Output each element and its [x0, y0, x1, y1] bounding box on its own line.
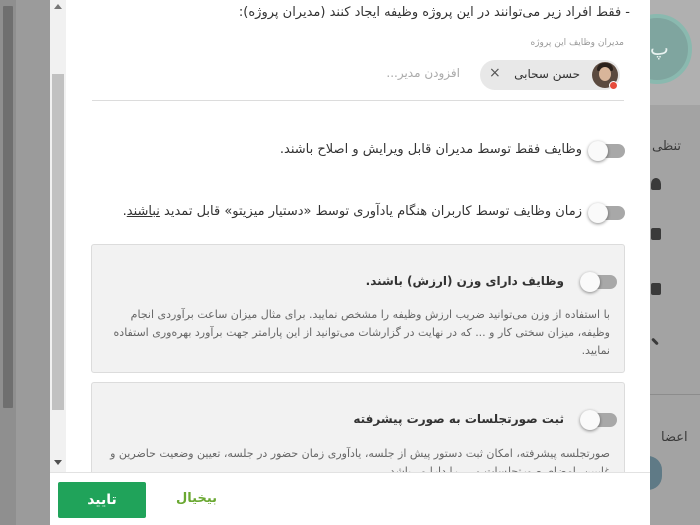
edit-by-managers-toggle[interactable]: [588, 141, 625, 161]
modal-scrollbar-thumb[interactable]: [52, 74, 64, 410]
scroll-down-icon[interactable]: [54, 460, 62, 465]
project-avatar-letter: پ: [650, 36, 669, 60]
extend-time-toggle[interactable]: [588, 203, 625, 223]
project-settings-modal: - فقط افراد زیر می‌توانند در این پروژه و…: [50, 0, 650, 525]
page-scrollbar[interactable]: [0, 0, 16, 525]
document-icon: [651, 283, 661, 295]
advanced-minutes-toggle[interactable]: [580, 410, 617, 430]
edit-by-managers-label: وظایف فقط توسط مدیران قابل ویرایش و اصلا…: [279, 142, 582, 157]
task-weight-toggle[interactable]: [580, 272, 617, 292]
page-scrollbar-thumb[interactable]: [3, 6, 13, 408]
task-weight-card: وظایف دارای وزن (ارزش) باشند. با استفاده…: [91, 244, 625, 373]
cancel-button[interactable]: بیخیال: [176, 491, 217, 506]
add-manager-input[interactable]: افزودن مدیر...: [386, 66, 460, 80]
close-icon[interactable]: ×: [489, 65, 501, 81]
modal-footer: تایید بیخیال: [50, 472, 650, 525]
manager-chip[interactable]: حسن سحابی ×: [480, 60, 620, 90]
task-weight-description: با استفاده از وزن می‌توانید ضریب ارزش وظ…: [113, 308, 610, 357]
advanced-minutes-title: ثبت صورتجلسات به صورت پیشرفته: [353, 412, 564, 426]
user-icon: [651, 178, 661, 190]
calendar-icon: [651, 228, 661, 240]
confirm-button[interactable]: تایید: [58, 482, 146, 518]
background-members-text: اعضا: [661, 430, 688, 445]
background-settings-text: تنظی: [652, 139, 682, 154]
modal-content: - فقط افراد زیر می‌توانند در این پروژه و…: [50, 0, 650, 472]
status-dot-icon: [609, 81, 618, 90]
advanced-minutes-description: صورتجلسه پیشرفته، امکان ثبت دستور پیش از…: [110, 447, 610, 472]
managers-field-label: مدیران وظایف این پروژه: [530, 38, 624, 48]
background-divider: [650, 394, 700, 395]
extend-time-underlined: نباشند: [126, 204, 160, 219]
scroll-up-icon[interactable]: [54, 4, 62, 9]
managers-intro-text: - فقط افراد زیر می‌توانند در این پروژه و…: [238, 5, 630, 20]
task-weight-title: وظایف دارای وزن (ارزش) باشند.: [365, 274, 564, 288]
modal-scrollbar[interactable]: [50, 0, 66, 472]
advanced-minutes-card: ثبت صورتجلسات به صورت پیشرفته صورتجلسه پ…: [91, 382, 625, 472]
field-divider: [92, 100, 624, 101]
extend-time-label: زمان وظایف توسط کاربران هنگام یادآوری تو…: [122, 204, 582, 219]
manager-name: حسن سحابی: [514, 67, 580, 81]
